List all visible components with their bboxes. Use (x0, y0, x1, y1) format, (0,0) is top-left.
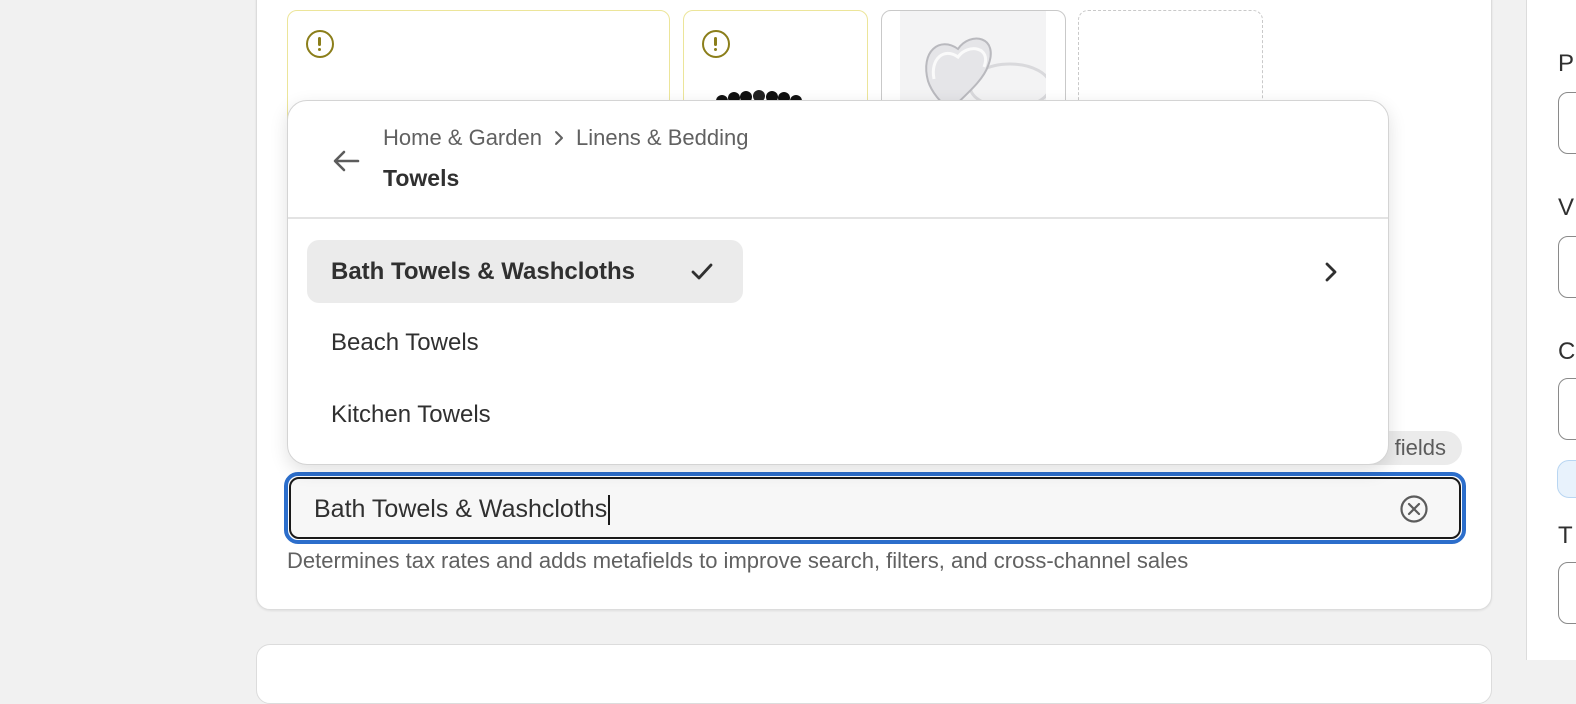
category-option-label: Beach Towels (331, 329, 479, 356)
category-help-text: Determines tax rates and adds metafields… (287, 548, 1189, 573)
sidebar-field[interactable] (1558, 562, 1576, 624)
popover-title: Towels (383, 165, 460, 191)
sidebar-field[interactable] (1558, 92, 1576, 154)
breadcrumb-item[interactable]: Linens & Bedding (576, 125, 748, 151)
breadcrumb: Home & Garden Linens & Bedding (383, 125, 748, 151)
sidebar-label: T (1558, 522, 1573, 549)
circle-x-icon[interactable] (1399, 494, 1429, 524)
sidebar-field[interactable] (1558, 236, 1576, 298)
category-option[interactable]: Beach Towels (307, 313, 907, 373)
category-input-value: Bath Towels & Washcloths (314, 495, 608, 523)
category-option-selected[interactable]: Bath Towels & Washcloths (307, 240, 743, 303)
category-option[interactable]: Kitchen Towels (307, 385, 907, 445)
divider (288, 217, 1388, 219)
chevron-right-icon (554, 131, 563, 145)
next-section-card (256, 644, 1492, 704)
sidebar-label: P (1558, 50, 1575, 77)
sidebar-label: C (1558, 338, 1576, 365)
checkmark-icon (691, 263, 713, 280)
sidebar-pill[interactable] (1557, 460, 1576, 498)
sidebar-label: V (1558, 194, 1575, 221)
alert-circle-icon (306, 30, 334, 58)
alert-circle-icon (702, 30, 730, 58)
category-option-label: Bath Towels & Washcloths (331, 258, 636, 285)
sidebar-field[interactable] (1558, 378, 1576, 440)
category-option-label: Kitchen Towels (331, 401, 491, 428)
breadcrumb-item[interactable]: Home & Garden (383, 125, 542, 151)
category-input[interactable]: Bath Towels & Washcloths (284, 472, 1466, 544)
arrow-left-icon[interactable] (328, 143, 364, 179)
text-caret (608, 495, 611, 526)
category-popover: Home & Garden Linens & Bedding Towels Ba… (287, 100, 1389, 465)
right-sidebar: P V C T (1526, 0, 1576, 660)
chevron-right-icon[interactable] (1318, 258, 1344, 286)
